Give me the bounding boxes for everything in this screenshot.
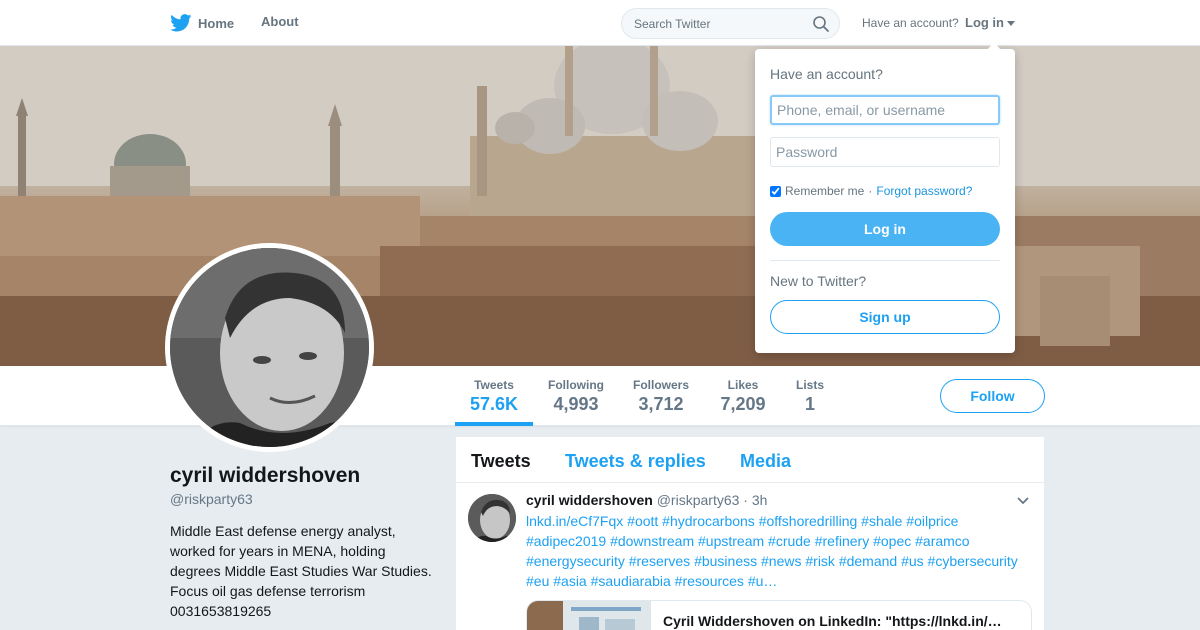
have-account-text: Have an account? (862, 16, 959, 30)
stat-label: Tweets (474, 378, 514, 392)
stat-label: Likes (727, 378, 759, 392)
password-field[interactable] (770, 137, 1000, 167)
timeline-tabs: Tweets Tweets & replies Media (456, 437, 1044, 483)
stat-value: 57.6K (469, 394, 519, 414)
top-nav: Home About Have an account? Log in (0, 0, 1200, 46)
stat-value: 7,209 (720, 394, 766, 414)
stat-label: Following (548, 378, 604, 392)
tweet[interactable]: cyril widdershoven @riskparty63 · 3h lnk… (456, 484, 1044, 630)
nav-about-label: About (261, 14, 299, 29)
login-dropdown-toggle[interactable]: Log in (965, 15, 1015, 30)
tweet-avatar[interactable] (468, 494, 516, 542)
nav-home-label: Home (198, 15, 235, 31)
remember-me-checkbox[interactable] (770, 185, 781, 197)
stat-likes[interactable]: Likes 7,209 (718, 378, 768, 415)
link-card-image (527, 601, 651, 630)
new-to-twitter-heading: New to Twitter? (770, 273, 867, 289)
tweet-separator: · (743, 492, 748, 508)
search-box (621, 8, 840, 39)
stat-lists[interactable]: Lists 1 (793, 378, 827, 415)
signup-button[interactable]: Sign up (770, 300, 1000, 334)
profile-avatar[interactable] (165, 243, 374, 452)
stat-value: 3,712 (638, 394, 684, 414)
stat-followers[interactable]: Followers 3,712 (631, 378, 691, 415)
dropdown-arrow (987, 42, 1001, 50)
login-dropdown: Have an account? Remember me · Forgot pa… (755, 42, 1015, 353)
login-heading: Have an account? (770, 66, 883, 82)
stat-tweets[interactable]: Tweets 57.6K (469, 378, 519, 415)
login-toggle-label: Log in (965, 15, 1004, 30)
stat-value: 1 (804, 394, 815, 414)
tweet-timestamp[interactable]: 3h (752, 492, 768, 508)
remember-separator: · (868, 184, 873, 198)
twitter-bird-icon (170, 14, 192, 32)
stat-value: 4,993 (553, 394, 599, 414)
nav-about[interactable]: About (261, 14, 299, 29)
tab-media[interactable]: Media (740, 451, 791, 472)
follow-button[interactable]: Follow (940, 379, 1045, 413)
stat-following[interactable]: Following 4,993 (546, 378, 606, 415)
stat-label: Followers (632, 378, 689, 392)
tab-tweets[interactable]: Tweets (471, 451, 531, 472)
tweet-author-name[interactable]: cyril widdershoven (526, 492, 653, 508)
avatar-image (170, 248, 369, 447)
active-tab-indicator (455, 422, 533, 426)
remember-me-row: Remember me · Forgot password? (770, 184, 972, 198)
username-field[interactable] (770, 95, 1000, 125)
nav-home[interactable]: Home (170, 14, 234, 32)
login-button[interactable]: Log in (770, 212, 1000, 246)
forgot-password-link[interactable]: Forgot password? (876, 184, 972, 198)
tweet-author-handle[interactable]: @riskparty63 (657, 492, 740, 508)
stat-label: Lists (795, 378, 824, 392)
remember-me-label[interactable]: Remember me (785, 184, 864, 198)
caret-down-icon (1007, 20, 1015, 26)
chevron-down-icon[interactable] (1017, 497, 1029, 505)
profile-handle[interactable]: @riskparty63 (170, 491, 253, 507)
search-icon[interactable] (812, 15, 830, 33)
tab-tweets-replies[interactable]: Tweets & replies (565, 451, 706, 472)
tweet-link-card[interactable]: Cyril Widdershoven on LinkedIn: "https:/… (526, 600, 1032, 630)
divider (770, 260, 1000, 261)
tweet-text[interactable]: lnkd.in/eCf7Fqx #oott #hydrocarbons #off… (526, 511, 1032, 591)
search-input[interactable] (634, 9, 804, 38)
timeline: Tweets Tweets & replies Media cyril widd… (456, 437, 1044, 630)
link-card-title: Cyril Widdershoven on LinkedIn: "https:/… (663, 613, 1002, 629)
profile-name[interactable]: cyril widdershoven (170, 464, 360, 488)
profile-bio: Middle East defense energy analyst, work… (170, 523, 432, 619)
tweet-header: cyril widdershoven @riskparty63 · 3h (526, 492, 767, 508)
